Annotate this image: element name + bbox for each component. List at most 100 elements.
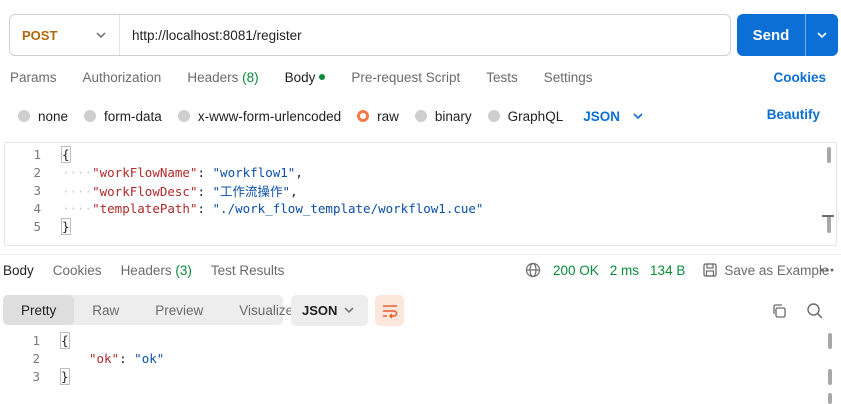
line-number: 3: [32, 368, 40, 384]
response-body-viewer[interactable]: 1 { 2 "ok": "ok" 3 }: [4, 331, 837, 404]
headers-count-badge: (8): [242, 70, 259, 85]
editor-line: 3 ····"workFlowDesc": "工作流操作",: [5, 181, 298, 199]
body-modified-dot: [319, 74, 326, 80]
json-value: "ok": [134, 350, 165, 366]
more-options-icon[interactable]: [819, 262, 835, 278]
radio-none[interactable]: none: [18, 109, 68, 124]
editor-line: 5 }: [5, 217, 71, 235]
response-time[interactable]: 2 ms: [610, 263, 639, 278]
json-key: "workFlowDesc": [92, 183, 198, 199]
status-code[interactable]: 200 OK: [553, 263, 599, 278]
request-body-editor[interactable]: 1 { 2 ····"workFlowName": "workflow1", 3…: [4, 142, 837, 246]
method-select[interactable]: POST: [10, 15, 120, 55]
tab-settings[interactable]: Settings: [544, 70, 593, 90]
json-value: "./work_flow_template/workflow1.cue": [212, 200, 484, 216]
response-line: 1 {: [4, 331, 70, 349]
response-scrollbar-thumb[interactable]: [828, 369, 832, 385]
save-as-example-button[interactable]: Save as Example: [724, 263, 829, 278]
tab-test-results[interactable]: Test Results: [211, 263, 285, 278]
indent-guide: ····: [62, 183, 93, 199]
editor-scrollbar[interactable]: [827, 147, 831, 163]
close-brace: }: [60, 367, 70, 385]
tab-headers-label: Headers: [187, 70, 239, 85]
close-brace: }: [61, 217, 71, 235]
response-format-label: JSON: [302, 303, 338, 318]
radio-raw-label: raw: [377, 108, 399, 124]
tab-tests[interactable]: Tests: [486, 70, 518, 90]
send-options-button[interactable]: [806, 29, 838, 41]
editor-resize-handle[interactable]: [822, 215, 834, 217]
save-icon: [703, 263, 717, 277]
json-key: "templatePath": [92, 200, 198, 216]
radio-graphql[interactable]: GraphQL: [487, 108, 564, 124]
line-number: 1: [32, 332, 40, 348]
response-format-select[interactable]: JSON: [291, 295, 368, 326]
response-line: 2 "ok": "ok": [4, 349, 164, 367]
json-key: "workFlowName": [92, 164, 198, 180]
line-number: 1: [33, 146, 41, 162]
tab-response-body[interactable]: Body: [3, 263, 34, 278]
response-size[interactable]: 134 B: [650, 263, 685, 278]
radio-form-data[interactable]: form-data: [84, 109, 162, 124]
tab-response-headers-label: Headers: [120, 263, 172, 278]
tab-authorization[interactable]: Authorization: [83, 70, 162, 90]
view-raw[interactable]: Raw: [74, 295, 137, 325]
editor-line: 4 ····"templatePath": "./work_flow_templ…: [5, 199, 483, 217]
copy-icon[interactable]: [771, 303, 787, 319]
radio-none-label: none: [38, 108, 69, 124]
line-number: 4: [33, 200, 41, 216]
chevron-down-icon: [344, 307, 354, 314]
line-number: 2: [32, 350, 40, 366]
globe-icon[interactable]: [525, 262, 541, 278]
editor-line: 1 {: [5, 145, 71, 163]
radio-binary-label: binary: [434, 108, 472, 124]
search-icon[interactable]: [806, 302, 824, 320]
cookies-link[interactable]: Cookies: [773, 70, 826, 85]
open-brace: {: [60, 331, 70, 349]
radio-urlencoded-label: x-www-form-urlencoded: [197, 108, 342, 124]
tab-response-cookies[interactable]: Cookies: [53, 263, 102, 278]
radio-raw[interactable]: raw: [357, 109, 399, 124]
response-scrollbar-lower[interactable]: [828, 393, 832, 404]
response-line: 3 }: [4, 367, 70, 385]
radio-graphql-label: GraphQL: [507, 108, 564, 124]
wrap-lines-button[interactable]: [375, 295, 404, 326]
line-number: 5: [33, 218, 41, 234]
beautify-button[interactable]: Beautify: [767, 107, 820, 122]
tab-response-headers[interactable]: Headers (3): [121, 263, 192, 278]
view-pretty[interactable]: Pretty: [3, 295, 75, 325]
tab-body[interactable]: Body: [285, 70, 326, 90]
response-status-bar: 200 OK 2 ms 134 B Save as Example: [525, 262, 829, 278]
chevron-down-icon: [633, 113, 643, 120]
code-text: "ok": "ok": [89, 350, 165, 366]
radio-binary[interactable]: binary: [414, 108, 472, 124]
tab-headers[interactable]: Headers (8): [187, 70, 258, 90]
chevron-down-icon: [96, 32, 106, 39]
radio-circle-icon: [414, 110, 427, 122]
json-comma: ,: [295, 164, 303, 180]
response-scrollbar[interactable]: [828, 333, 832, 349]
send-label: Send: [752, 26, 790, 44]
send-button[interactable]: Send: [737, 14, 838, 56]
radio-form-data-label: form-data: [104, 108, 162, 124]
view-preview[interactable]: Preview: [137, 295, 221, 325]
pane-divider[interactable]: [0, 254, 841, 255]
raw-format-select[interactable]: JSON: [583, 109, 644, 124]
code-text: ····"workFlowDesc": "工作流操作",: [62, 183, 298, 199]
url-input[interactable]: http://localhost:8081/register: [120, 28, 302, 43]
response-view-toggle: Pretty Raw Preview Visualize: [3, 295, 293, 325]
line-number: 2: [33, 164, 41, 180]
radio-urlencoded[interactable]: x-www-form-urlencoded: [177, 108, 342, 124]
line-number: 3: [33, 182, 41, 198]
editor-scrollbar-thumb[interactable]: [827, 215, 831, 233]
tab-params[interactable]: Params: [10, 70, 57, 90]
chevron-down-icon: [817, 32, 827, 39]
radio-circle-icon: [18, 110, 30, 122]
body-type-selector: none form-data x-www-form-urlencoded raw…: [18, 106, 644, 126]
json-value: "workflow1": [212, 164, 296, 180]
json-value: "工作流操作": [212, 183, 291, 199]
radio-selected-icon: [357, 110, 370, 122]
tab-prerequest-script[interactable]: Pre-request Script: [351, 70, 460, 90]
json-key: "ok": [89, 350, 120, 366]
wrap-lines-icon: [382, 304, 397, 318]
